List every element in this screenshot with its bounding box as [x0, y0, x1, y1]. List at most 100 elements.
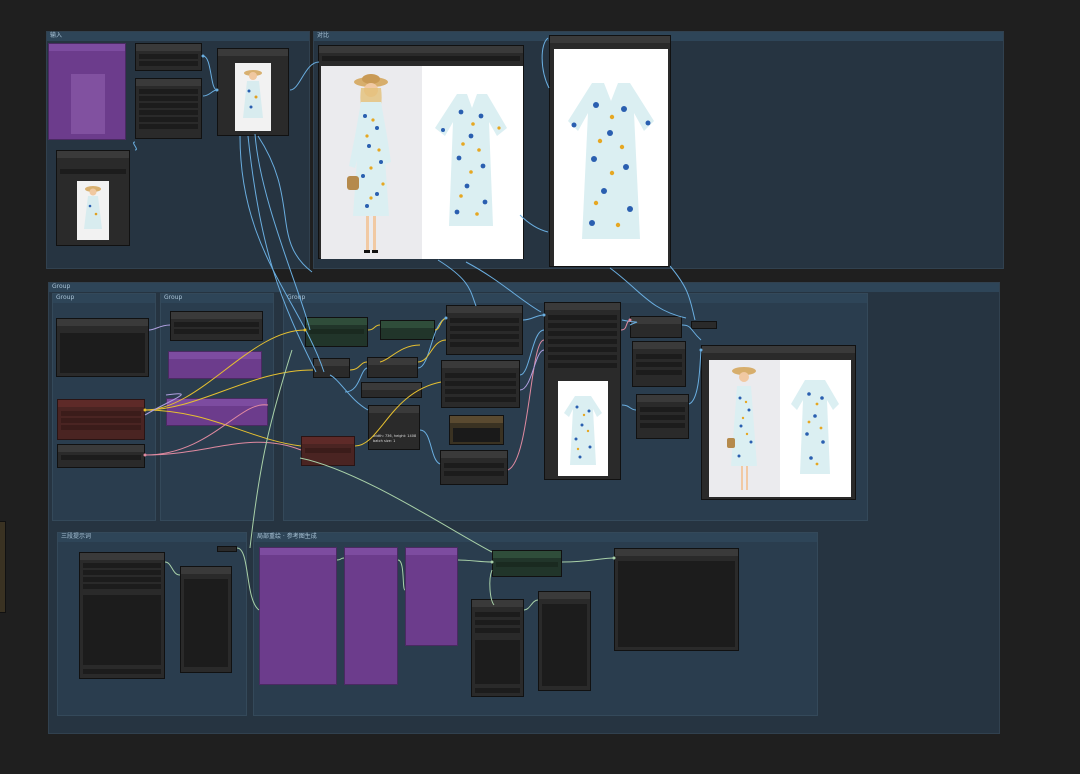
node-field[interactable] [139, 54, 198, 59]
offscreen-node[interactable] [0, 521, 6, 613]
node-field[interactable] [139, 61, 198, 66]
node-field[interactable] [83, 570, 161, 575]
node-field[interactable] [640, 415, 685, 420]
preview-image-node-small[interactable] [217, 48, 289, 136]
node-field[interactable] [496, 562, 558, 567]
node-field[interactable] [139, 96, 198, 101]
node-field[interactable] [83, 563, 161, 568]
node-field[interactable] [636, 370, 682, 375]
node-field[interactable] [309, 329, 364, 334]
node-field[interactable] [83, 595, 161, 665]
node-field[interactable] [139, 103, 198, 108]
node-field[interactable] [475, 628, 520, 633]
node-field[interactable] [548, 347, 617, 352]
model-node-red[interactable] [301, 436, 355, 466]
node-header[interactable] [302, 437, 354, 444]
node-header[interactable] [369, 406, 419, 413]
node-field[interactable] [444, 463, 504, 468]
node-header[interactable] [218, 49, 288, 56]
small-node-b[interactable] [367, 357, 418, 378]
node-header[interactable] [345, 548, 397, 555]
result-preview-node[interactable] [701, 345, 856, 500]
vae-loader-node[interactable] [57, 399, 145, 440]
note-node[interactable] [449, 415, 504, 445]
node-field[interactable] [445, 381, 516, 386]
node-header[interactable] [550, 36, 670, 43]
node-header[interactable] [381, 321, 434, 328]
node-header[interactable] [57, 151, 129, 158]
reroute-node-2[interactable] [217, 546, 237, 552]
node-field[interactable] [445, 373, 516, 378]
node-header[interactable] [80, 553, 164, 560]
node-field[interactable] [548, 331, 617, 336]
node-field[interactable] [640, 407, 685, 412]
group-input-header[interactable]: 输入 [47, 32, 309, 41]
node-header[interactable] [493, 551, 561, 558]
node-header[interactable] [167, 399, 267, 406]
group-main-header[interactable]: Group [49, 283, 999, 292]
node-header[interactable] [136, 79, 201, 86]
node-header[interactable] [447, 306, 522, 313]
node-header[interactable] [406, 548, 457, 555]
prompt-node-b[interactable] [135, 78, 202, 139]
node-field[interactable] [83, 584, 161, 589]
subgroup-bottom-right-header[interactable]: 局部重绘 · 参考图生成 [254, 533, 817, 542]
node-header[interactable] [58, 445, 144, 452]
node-field[interactable] [60, 169, 126, 174]
subgroup-1-header[interactable]: Group [53, 294, 155, 303]
node-field[interactable] [60, 333, 145, 373]
text-prompt-node-large[interactable] [79, 552, 165, 679]
node-field[interactable] [83, 669, 161, 674]
node-header[interactable] [450, 416, 503, 423]
node-field[interactable] [475, 620, 520, 625]
node-header[interactable] [539, 592, 590, 599]
reroute-node[interactable] [691, 321, 717, 329]
node-field[interactable] [475, 612, 520, 617]
node-field[interactable] [61, 455, 141, 460]
node-header[interactable] [49, 44, 125, 51]
clip-loader-node[interactable] [57, 444, 145, 468]
node-field[interactable] [640, 423, 685, 428]
node-header[interactable] [319, 46, 523, 53]
muted-node-right[interactable] [405, 547, 458, 646]
muted-node-middle[interactable] [344, 547, 398, 685]
node-header[interactable] [441, 451, 507, 458]
subgroup-2-header[interactable]: Group [161, 294, 273, 303]
node-field[interactable] [636, 362, 682, 367]
node-field[interactable] [445, 389, 516, 394]
mask-node-c[interactable] [636, 394, 689, 439]
node-field[interactable] [322, 56, 520, 61]
load-image-node-muted[interactable] [48, 43, 126, 140]
small-node-a[interactable] [313, 358, 350, 378]
node-field[interactable] [450, 326, 519, 331]
node-field[interactable] [548, 355, 617, 360]
prompt-node-a[interactable] [135, 43, 202, 71]
api-node-green[interactable] [492, 550, 562, 577]
unet-loader-node[interactable] [170, 311, 263, 341]
node-field[interactable] [61, 411, 141, 416]
node-header[interactable] [171, 312, 262, 319]
mask-node-b[interactable] [632, 341, 686, 387]
preview-node-dress[interactable] [544, 302, 621, 480]
node-field[interactable] [548, 323, 617, 328]
node-field[interactable] [450, 318, 519, 323]
node-field[interactable] [618, 561, 735, 647]
node-header[interactable] [169, 352, 261, 359]
node-field[interactable] [184, 579, 228, 667]
node-field[interactable] [475, 688, 520, 693]
node-header[interactable] [631, 317, 681, 324]
node-header[interactable] [57, 319, 148, 326]
settings-node[interactable] [471, 599, 524, 697]
output-text-node[interactable] [538, 591, 591, 691]
node-header[interactable] [702, 346, 855, 353]
output-preview-node[interactable] [549, 35, 671, 267]
node-field[interactable] [548, 339, 617, 344]
node-header[interactable] [615, 549, 738, 556]
lora-node-muted-1[interactable] [168, 351, 262, 379]
text-node-1[interactable] [56, 318, 149, 377]
node-header[interactable] [181, 567, 231, 574]
conditioning-node-green[interactable] [305, 317, 368, 347]
node-header[interactable] [637, 395, 688, 402]
node-field[interactable] [139, 117, 198, 122]
node-header[interactable] [136, 44, 201, 51]
